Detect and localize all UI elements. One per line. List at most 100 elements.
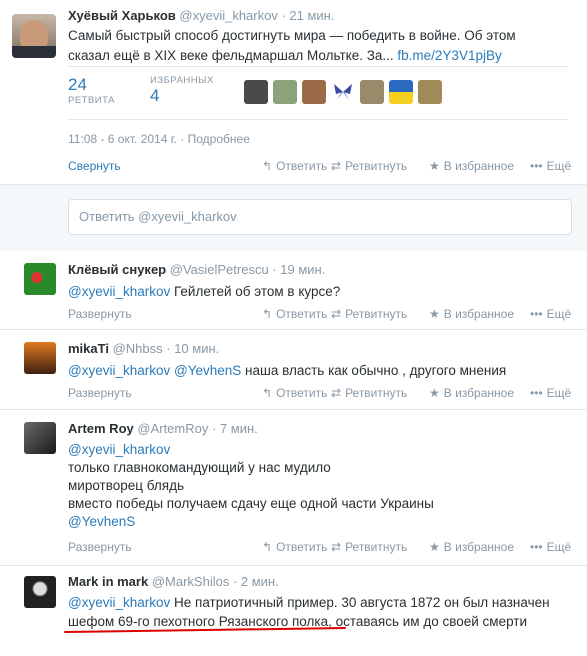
reply-avatar[interactable] [24,263,56,295]
reply-age[interactable]: · 19 мин. [272,262,325,277]
more-label: Ещё [546,159,572,173]
reply-icon: ↰ [262,307,273,321]
author-avatar[interactable] [12,14,56,58]
tweet-timestamp[interactable]: 11:08 - 6 окт. 2014 г. · Подробнее [68,132,250,146]
favoriter-avatar[interactable] [418,80,442,104]
retweet-icon: ⇄ [331,159,342,173]
reply-label: Ответить [276,540,328,554]
retweet-label: Ретвитнуть [345,159,408,173]
more-icon: ••• [530,386,543,400]
reply-text: @xyevii_kharkov только главнокомандующий… [68,441,434,531]
reply-text-line: Не патриотичный пример. 30 августа 1872 … [174,595,550,610]
retweets-stat[interactable]: 24 РЕТВИТА [68,75,115,106]
reply-icon: ↰ [262,540,273,554]
retweet-icon: ⇄ [331,307,342,321]
reply-mention[interactable]: @xyevii_kharkov [68,284,170,299]
reply-button[interactable]: ↰ Ответить [262,159,327,173]
tweet-text: Самый быстрый способ достигнуть мира — п… [68,26,516,66]
reply-age[interactable]: · 10 мин. [166,341,219,356]
reply-text-line: миротворец блядь [68,478,184,493]
reply-mention[interactable]: @xyevii_kharkov [68,595,170,610]
reply-area: Ответить @xyevii_kharkov [0,184,587,252]
favoriter-avatar[interactable] [302,80,326,104]
tweet-header: Хуёвый Харьков @xyevii_kharkov · 21 мин. [68,8,334,23]
reply-author-name[interactable]: Artem Roy [68,421,134,436]
reply-label: Ответить [276,386,328,400]
favoriter-avatar[interactable] [273,80,297,104]
retweet-label: Ретвитнуть [345,386,408,400]
reply-mention[interactable]: @xyevii_kharkov [68,363,170,378]
reply-text-content: наша власть как обычно , другого мнения [245,363,507,378]
tweet-text-line: сказал ещё в XIX веке фельдмаршал Мольтк… [68,48,394,63]
reply-tweet: mikaTi @Nhbss · 10 мин. @xyevii_kharkov … [0,330,587,410]
reply-button[interactable]: ↰ Ответить [262,540,327,554]
retweet-icon: ⇄ [331,540,342,554]
reply-mention[interactable]: @xyevii_kharkov [68,441,434,459]
reply-input[interactable]: Ответить @xyevii_kharkov [68,199,572,235]
tweet-stats: 24 РЕТВИТА ИЗБРАННЫХ 4 [68,66,568,120]
reply-button[interactable]: ↰ Ответить [262,307,327,321]
reply-age[interactable]: · 7 мин. [212,421,258,436]
reply-author-name[interactable]: mikaTi [68,341,109,356]
more-button[interactable]: ••• Ещё [530,540,571,554]
favorites-label: ИЗБРАННЫХ [150,75,214,86]
favorite-button[interactable]: ★ В избранное [429,159,514,173]
more-label: Ещё [546,307,572,321]
favorite-button[interactable]: ★ В избранное [429,540,514,554]
more-label: Ещё [546,386,572,400]
favorites-count: 4 [150,86,160,105]
reply-mention[interactable]: @YevhenS [68,513,434,531]
favorites-stat[interactable]: ИЗБРАННЫХ 4 [150,75,214,106]
collapse-link[interactable]: Свернуть [68,159,121,173]
expand-link[interactable]: Развернуть [68,386,132,400]
reply-text-line: вместо победы получаем сдачу еще одной ч… [68,496,434,511]
retweet-button[interactable]: ⇄ Ретвитнуть [331,307,407,321]
reply-author-handle[interactable]: @MarkShilos [152,574,230,589]
reply-age[interactable]: · 2 мин. [233,574,279,589]
reply-placeholder: Ответить @xyevii_kharkov [79,209,237,224]
reply-icon: ↰ [262,159,273,173]
reply-avatar[interactable] [24,422,56,454]
favorite-label: В избранное [443,386,514,400]
author-handle[interactable]: @xyevii_kharkov [179,8,277,23]
author-name[interactable]: Хуёвый Харьков [68,8,176,23]
favorite-label: В избранное [443,540,514,554]
favoriter-avatar[interactable] [331,80,355,104]
reply-avatar[interactable] [24,342,56,374]
more-icon: ••• [530,159,543,173]
retweets-label: РЕТВИТА [68,95,115,106]
reply-header: Mark in mark @MarkShilos · 2 мин. [68,574,279,589]
reply-button[interactable]: ↰ Ответить [262,386,327,400]
star-icon: ★ [429,307,440,321]
reply-author-handle[interactable]: @Nhbss [113,341,163,356]
favoriter-avatar[interactable] [360,80,384,104]
favorite-button[interactable]: ★ В избранное [429,386,514,400]
reply-text: @xyevii_kharkov @YevhenS наша власть как… [68,362,506,380]
reply-author-name[interactable]: Mark in mark [68,574,148,589]
more-icon: ••• [530,307,543,321]
expand-link[interactable]: Развернуть [68,540,132,554]
reply-text-content: Гейлетей об этом в курсе? [174,284,341,299]
expand-link[interactable]: Развернуть [68,307,132,321]
retweet-button[interactable]: ⇄ Ретвитнуть [331,540,407,554]
tweet-age[interactable]: · 21 мин. [281,8,334,23]
favoriter-avatar[interactable] [389,80,413,104]
tweet-text-line: Самый быстрый способ достигнуть мира — п… [68,28,516,43]
more-button[interactable]: ••• Ещё [530,159,571,173]
reply-avatar[interactable] [24,576,56,608]
retweet-button[interactable]: ⇄ Ретвитнуть [331,386,407,400]
reply-label: Ответить [276,159,328,173]
reply-icon: ↰ [262,386,273,400]
more-button[interactable]: ••• Ещё [530,307,571,321]
star-icon: ★ [429,540,440,554]
reply-author-handle[interactable]: @ArtemRoy [137,421,208,436]
favorite-button[interactable]: ★ В избранное [429,307,514,321]
favorite-label: В избранное [443,307,514,321]
retweet-button[interactable]: ⇄ Ретвитнуть [331,159,407,173]
reply-mention[interactable]: @YevhenS [174,363,241,378]
reply-author-handle[interactable]: @VasielPetrescu [170,262,269,277]
tweet-link[interactable]: fb.me/2Y3V1pjBy [397,48,501,63]
reply-author-name[interactable]: Клёвый снукер [68,262,166,277]
favoriter-avatar[interactable] [244,80,268,104]
more-button[interactable]: ••• Ещё [530,386,571,400]
